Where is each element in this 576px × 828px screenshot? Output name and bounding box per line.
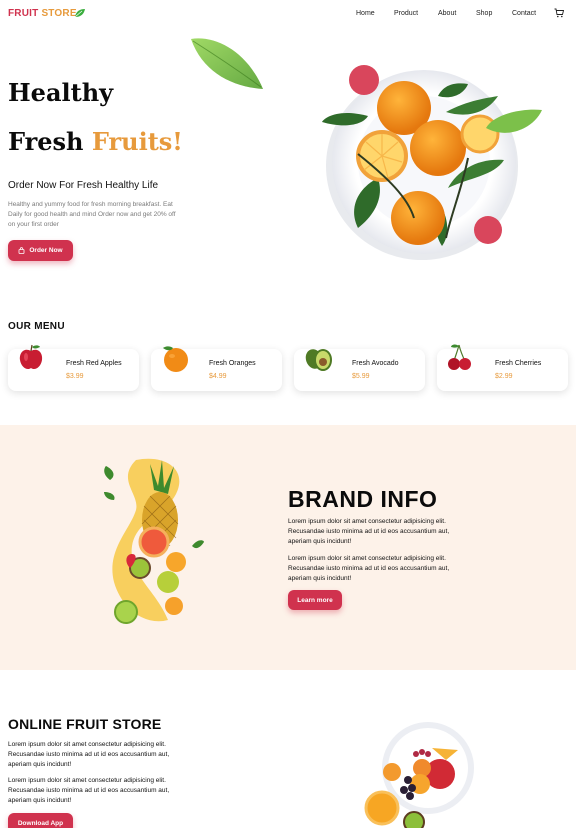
fruit-splash-image: [104, 458, 204, 624]
nav-contact[interactable]: Contact: [512, 10, 536, 17]
menu-card-price: $4.99: [209, 373, 227, 380]
red-apple-image: [19, 344, 43, 370]
cherries-image: [448, 344, 471, 370]
online-paragraph-2: Lorem ipsum dolor sit amet consectetur a…: [8, 777, 170, 804]
nav-about[interactable]: About: [438, 10, 456, 17]
hero-title-fruits: Fruits!: [91, 127, 183, 156]
nav-shop[interactable]: Shop: [476, 10, 492, 17]
menu-card-name: Fresh Oranges: [209, 360, 256, 367]
download-app-button[interactable]: Download App: [8, 813, 73, 828]
floating-leaf-image: [191, 38, 263, 89]
menu-card-oranges[interactable]: Fresh Oranges $4.99: [151, 346, 282, 391]
online-paragraph-1: Lorem ipsum dolor sit amet consectetur a…: [8, 741, 170, 768]
logo[interactable]: FRUIT STORE: [8, 8, 85, 19]
shopping-bag-icon: [18, 247, 25, 254]
brand-paragraph-2: Lorem ipsum dolor sit amet consectetur a…: [288, 555, 450, 582]
hero-fruit-plate-image: [322, 65, 542, 260]
nav-product[interactable]: Product: [394, 10, 418, 17]
brand-paragraph-1: Lorem ipsum dolor sit amet consectetur a…: [288, 518, 450, 545]
logo-text-fruit: FRUIT: [8, 8, 39, 19]
navbar: FRUIT STORE Home Product About Shop Cont…: [0, 0, 576, 28]
cart-icon[interactable]: [554, 8, 564, 18]
leaf-icon: [74, 9, 85, 18]
menu-card-name: Fresh Red Apples: [66, 360, 122, 367]
menu-card-name: Fresh Avocado: [352, 360, 399, 367]
learn-more-button[interactable]: Learn more: [288, 590, 342, 610]
online-store-title: ONLINE FRUIT STORE: [8, 716, 162, 732]
menu-card-price: $5.99: [352, 373, 370, 380]
hero-subtitle: Order Now For Fresh Healthy Life: [8, 180, 159, 191]
menu-card-cherries[interactable]: Fresh Cherries $2.99: [437, 344, 568, 391]
brand-info-title: BRAND INFO: [288, 486, 438, 512]
menu-card-price: $3.99: [66, 373, 84, 380]
menu-card-avocado[interactable]: Fresh Avocado $5.99: [294, 349, 425, 391]
order-now-button[interactable]: Order Now: [8, 240, 73, 261]
brand-info-section: [0, 425, 576, 670]
fruit-bowl-image: [364, 722, 474, 828]
avocado-image: [305, 349, 332, 371]
order-now-label: Order Now: [29, 247, 63, 254]
orange-image: [163, 346, 188, 372]
nav-home[interactable]: Home: [356, 10, 375, 17]
hero-title-line2: Fresh Fruits!: [8, 127, 183, 156]
hero-description: Healthy and yummy food for fresh morning…: [8, 201, 176, 228]
menu-card-name: Fresh Cherries: [495, 360, 542, 367]
menu-card-price: $2.99: [495, 373, 513, 380]
logo-text-store: STORE: [41, 8, 77, 19]
hero-title-line1: Healthy: [8, 78, 114, 107]
hero-title-fresh: Fresh: [8, 127, 84, 156]
our-menu-title: OUR MENU: [8, 321, 65, 332]
menu-card-apples[interactable]: Fresh Red Apples $3.99: [8, 344, 139, 391]
